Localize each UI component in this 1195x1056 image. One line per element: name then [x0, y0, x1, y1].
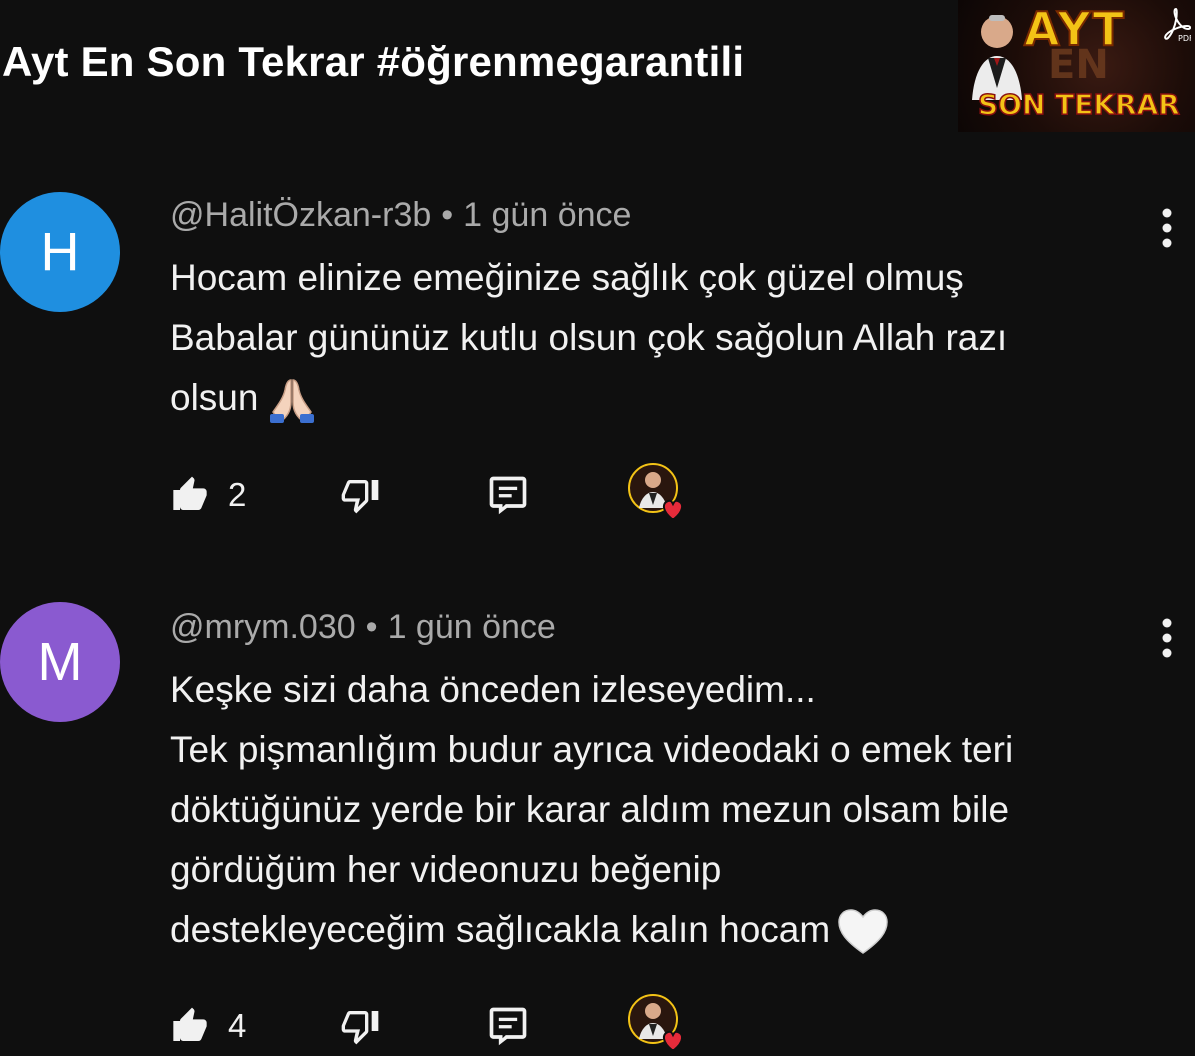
svg-text:PDF: PDF	[1178, 34, 1191, 42]
avatar-letter: H	[40, 222, 80, 282]
comment-meta: @mrym.030 • 1 gün önce	[170, 608, 556, 647]
comment-line-with-emoji: destekleyeceğim sağlıcakla kalın hocam	[170, 900, 1180, 960]
pdf-icon: PDF	[1164, 7, 1191, 42]
creator-heart-icon	[628, 463, 690, 525]
comment-line-with-emoji: olsun	[170, 368, 1180, 428]
comment-time: 1 gün önce	[463, 196, 632, 234]
dislike-icon	[340, 1006, 380, 1046]
comment-line: destekleyeceğim sağlıcakla kalın hocam	[170, 909, 831, 950]
comment-time: 1 gün önce	[387, 608, 556, 646]
comment-item: H @HalitÖzkan-r3b • 1 gün önce Hocam elini…	[0, 190, 1195, 540]
video-header: Ayt En Son Tekrar #öğrenmegarantili AYT …	[0, 0, 1195, 140]
like-count: 4	[228, 1007, 247, 1044]
dislike-icon	[340, 475, 380, 515]
comment-text: Keşke sizi daha önceden izleseyedim... T…	[170, 660, 1180, 960]
like-count: 2	[228, 476, 247, 513]
comment-line: Tek pişmanlığım budur ayrıca videodaki o…	[170, 729, 1014, 770]
white-heart-emoji	[838, 909, 888, 955]
thumbnail-title-en: EN	[1048, 42, 1109, 88]
meta-separator: •	[365, 608, 378, 646]
comment-item: M @mrym.030 • 1 gün önce Keşke sizi daha ö…	[0, 600, 1195, 1056]
like-icon	[170, 475, 210, 515]
reply-icon	[486, 1004, 530, 1048]
like-button[interactable]: 2	[170, 465, 246, 525]
comment-line: Hocam elinize emeğinize sağlık çok güzel…	[170, 257, 964, 298]
comment-line: olsun	[170, 377, 259, 418]
like-button[interactable]: 4	[170, 996, 246, 1056]
video-thumbnail[interactable]: AYT EN SON TEKRAR PDF	[958, 0, 1195, 132]
comment-line: döktüğünüz yerde bir karar aldım mezun o…	[170, 789, 1010, 830]
dislike-button[interactable]	[340, 465, 380, 525]
comment-line: gördüğüm her videonuzu beğenip	[170, 849, 722, 890]
comment-line: Keşke sizi daha önceden izleseyedim...	[170, 669, 816, 710]
more-options-icon[interactable]	[1152, 206, 1182, 250]
comment-text: Hocam elinize emeğinize sağlık çok güzel…	[170, 248, 1180, 428]
comment-actions: 4	[170, 996, 730, 1056]
like-icon	[170, 1006, 210, 1046]
comment-author[interactable]: @mrym.030	[170, 608, 356, 646]
thumbnail-title-son-tekrar: SON TEKRAR	[977, 87, 1180, 122]
reply-icon	[486, 473, 530, 517]
reply-button[interactable]	[486, 465, 530, 525]
comment-actions: 2	[170, 465, 730, 525]
folded-hands-emoji	[270, 379, 315, 424]
avatar-letter: M	[37, 632, 83, 692]
meta-separator: •	[441, 196, 454, 234]
reply-button[interactable]	[486, 996, 530, 1056]
avatar[interactable]: H	[0, 192, 120, 312]
presenter-image	[972, 15, 1022, 100]
comment-author[interactable]: @HalitÖzkan-r3b	[170, 196, 431, 234]
more-options-icon[interactable]	[1152, 616, 1182, 660]
comment-line: Babalar gününüz kutlu olsun çok sağolun …	[170, 317, 1008, 358]
dislike-button[interactable]	[340, 996, 380, 1056]
creator-heart-icon	[628, 994, 690, 1056]
video-title[interactable]: Ayt En Son Tekrar #öğrenmegarantili	[2, 38, 744, 86]
avatar[interactable]: M	[0, 602, 120, 722]
comment-meta: @HalitÖzkan-r3b • 1 gün önce	[170, 196, 631, 235]
